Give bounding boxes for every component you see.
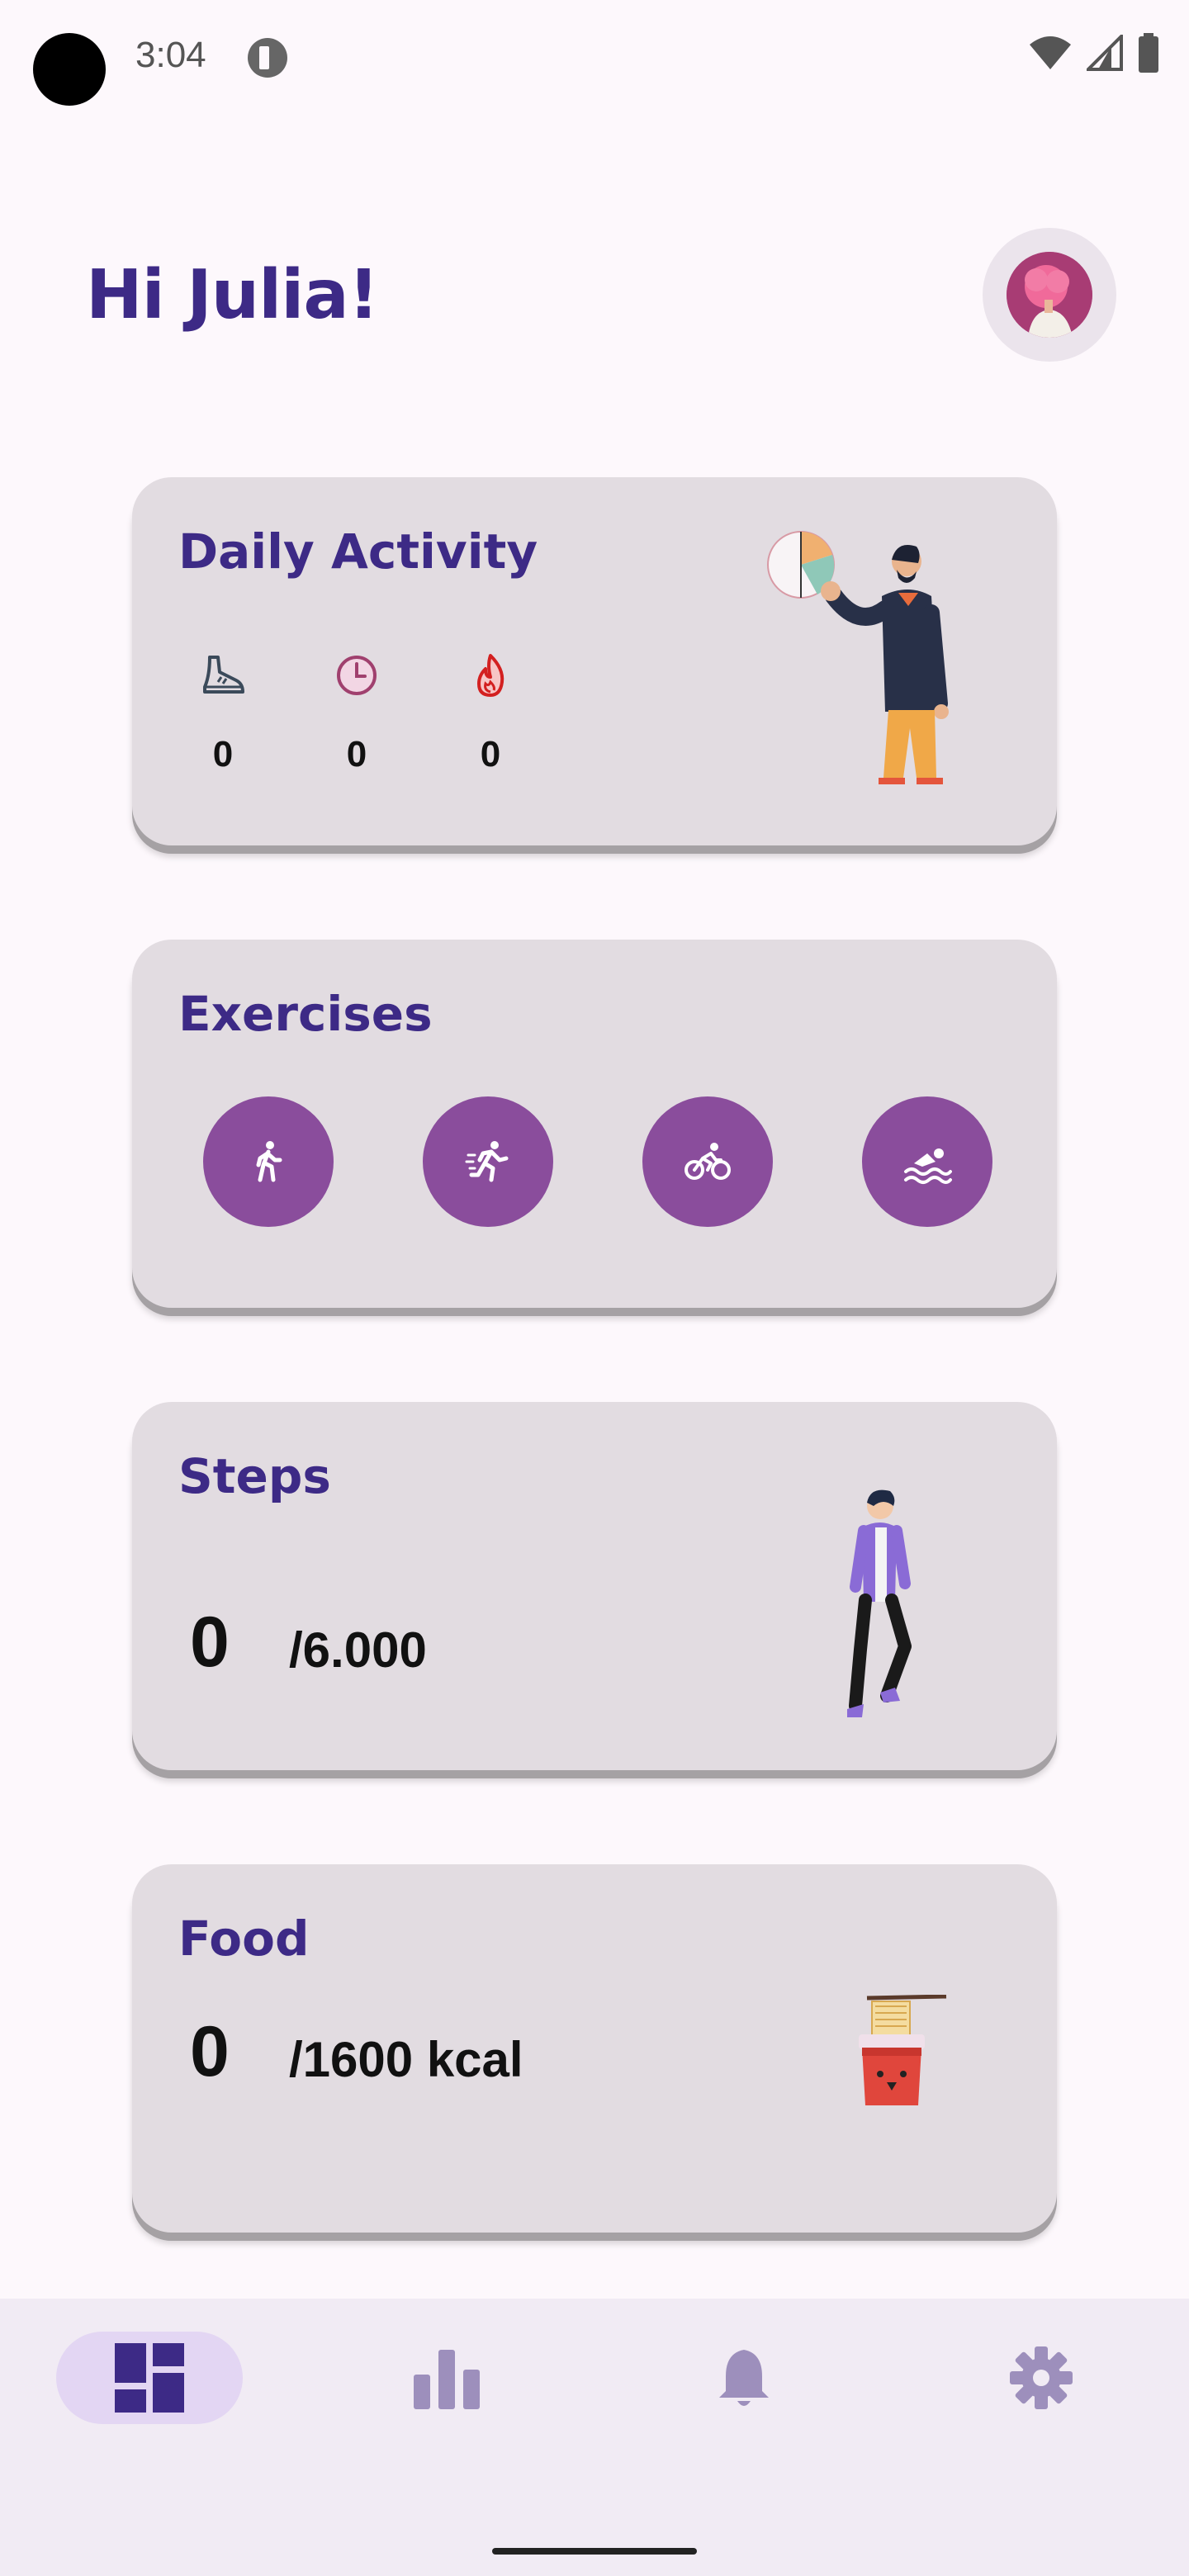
calories-metric: 0 (441, 651, 540, 775)
status-indicators (1029, 33, 1159, 73)
shoe-icon (203, 656, 244, 694)
daily-activity-title: Daily Activity (178, 523, 538, 580)
walk-icon (256, 1141, 282, 1182)
steps-title: Steps (178, 1448, 331, 1504)
swim-icon (904, 1148, 952, 1184)
battery-icon (1139, 33, 1158, 73)
dashboard-icon (115, 2343, 184, 2413)
nav-settings[interactable] (948, 2332, 1135, 2424)
status-time: 3:04 (135, 35, 206, 75)
bike-exercise-button[interactable] (642, 1096, 773, 1227)
exercises-title: Exercises (178, 986, 433, 1042)
wifi-icon (1030, 36, 1071, 69)
home-indicator[interactable] (492, 2548, 697, 2555)
profile-avatar-button[interactable] (983, 228, 1116, 362)
daily-activity-card[interactable]: Daily Activity 0 0 0 (132, 477, 1057, 845)
greeting-title: Hi Julia! (86, 256, 379, 334)
cellular-icon (1087, 35, 1123, 71)
gear-icon (1010, 2346, 1073, 2409)
nav-notifications[interactable] (651, 2332, 837, 2424)
steps-metric: 0 (173, 651, 272, 775)
steps-card[interactable]: Steps 0 /6.000 (132, 1402, 1057, 1770)
duration-metric: 0 (307, 651, 406, 775)
exercises-card: Exercises (132, 940, 1057, 1308)
app-notification-icon (248, 38, 287, 78)
nav-statistics[interactable] (353, 2332, 540, 2424)
duration-metric-value: 0 (346, 734, 367, 774)
camera-cutout (33, 33, 106, 106)
food-calories-goal: /1600 kcal (289, 2032, 523, 2087)
clock-icon (337, 656, 377, 695)
man-with-pie-chart-illustration (767, 531, 949, 784)
bar-chart-icon (414, 2350, 480, 2409)
steps-metric-value: 0 (212, 734, 234, 774)
avatar (1007, 252, 1092, 338)
noodle-cup-illustration (859, 1995, 947, 2105)
walking-man-illustration (847, 1489, 912, 1717)
flame-icon (477, 654, 504, 697)
food-title: Food (178, 1911, 310, 1967)
status-bar: 3:04 (0, 0, 1189, 116)
food-calories-value: 0 (190, 2012, 230, 2091)
bike-icon (685, 1143, 731, 1180)
food-card[interactable]: Food 0 /1600 kcal (132, 1864, 1057, 2233)
calories-metric-value: 0 (480, 734, 501, 774)
steps-count: 0 (190, 1603, 230, 1682)
bell-icon (719, 2350, 769, 2406)
steps-goal: /6.000 (289, 1622, 427, 1678)
nav-dashboard[interactable] (56, 2332, 243, 2424)
walk-exercise-button[interactable] (203, 1096, 334, 1227)
swim-exercise-button[interactable] (862, 1096, 992, 1227)
run-exercise-button[interactable] (423, 1096, 553, 1227)
bottom-navigation-bar (0, 2299, 1189, 2576)
run-icon (465, 1141, 509, 1182)
